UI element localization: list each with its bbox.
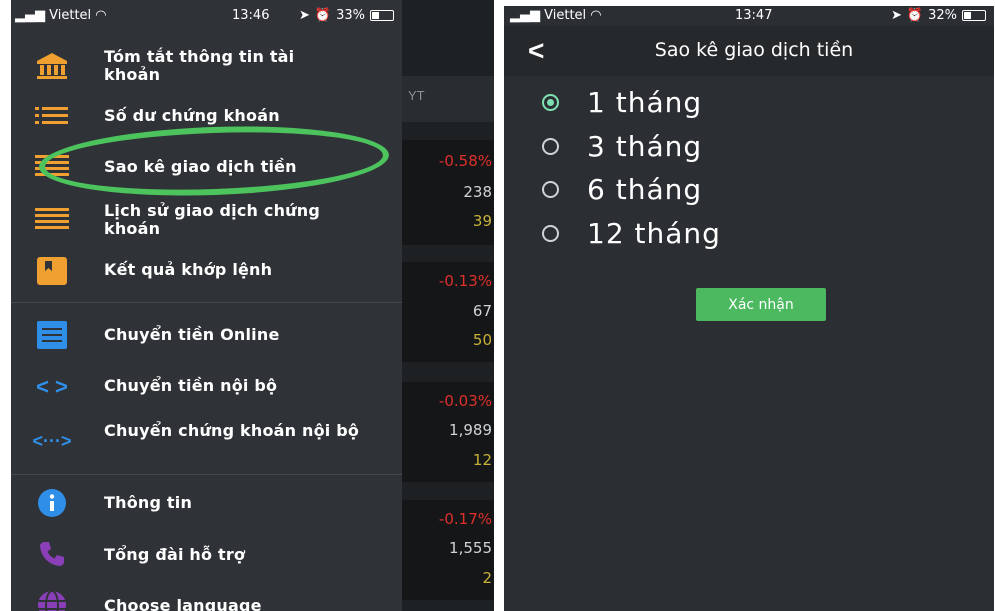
price-value: 238 xyxy=(463,183,492,201)
clock: 13:47 xyxy=(735,8,773,23)
info-icon xyxy=(33,488,71,518)
page-title: Sao kê giao dịch tiền xyxy=(654,39,854,61)
location-icon: ➤ xyxy=(891,8,902,23)
carrier-label: ▂▄▆ Viettel ◠ xyxy=(510,8,602,23)
status-right: ➤ ⏰ 32% xyxy=(891,8,986,23)
code-arrows-icon: < > xyxy=(36,374,68,399)
menu-label: Chuyển chứng khoán nội bộ xyxy=(104,421,360,440)
option-label: 3 tháng xyxy=(587,129,703,163)
price-value: 67 xyxy=(472,302,492,320)
menu-item-securities-balance[interactable]: Số dư chứng khoán xyxy=(11,100,402,132)
battery-icon xyxy=(962,10,986,21)
menu-item-choose-language[interactable]: Choose language xyxy=(11,588,402,611)
battery-icon xyxy=(370,10,394,21)
change-value: -0.13% xyxy=(438,272,492,290)
transfer-arrows-icon: <···> xyxy=(32,430,72,451)
alarm-icon: ⏰ xyxy=(906,8,924,23)
lines-icon xyxy=(33,205,71,235)
volume-value: 50 xyxy=(472,331,492,349)
volume-value: 39 xyxy=(472,212,492,230)
list-icon xyxy=(33,101,71,131)
battery-percent: 32% xyxy=(928,8,957,23)
menu-item-match-results[interactable]: Kết quả khớp lệnh xyxy=(11,254,402,288)
status-right: ➤ ⏰ 33% xyxy=(299,8,394,23)
menu-divider xyxy=(11,302,402,303)
bank-icon xyxy=(33,51,71,81)
receipt-icon xyxy=(33,320,71,350)
volume-value: 12 xyxy=(472,451,492,469)
menu-label: Chuyển tiền Online xyxy=(104,325,280,344)
status-bar: ▂▄▆ Viettel ◠ 13:46 ➤ ⏰ 33% xyxy=(11,0,402,32)
option-12-months[interactable]: 12 tháng xyxy=(542,213,721,253)
status-bar: ▂▄▆ Viettel ◠ 13:47 ➤ ⏰ 32% xyxy=(504,6,994,26)
radio-selected-icon[interactable] xyxy=(542,93,559,111)
confirm-button[interactable]: Xác nhận xyxy=(696,288,826,321)
phone-icon xyxy=(33,539,71,569)
menu-label: Kết quả khớp lệnh xyxy=(104,260,273,279)
carrier-label: ▂▄▆ Viettel ◠ xyxy=(15,8,107,23)
menu-item-internal-transfer[interactable]: < > Chuyển tiền nội bộ xyxy=(11,370,402,404)
menu-label: Số dư chứng khoán xyxy=(104,106,280,125)
menu-item-cash-statement[interactable]: Sao kê giao dịch tiền xyxy=(11,150,402,184)
wifi-icon: ◠ xyxy=(95,8,107,23)
menu-label: Choose language xyxy=(104,596,262,611)
volume-value: 2 xyxy=(482,569,492,587)
market-background: YT -0.58% 238 39 -0.13% 67 50 -0.03% 1,9… xyxy=(402,0,494,611)
menu-label: Chuyển tiền nội bộ xyxy=(104,376,278,395)
side-drawer: ▂▄▆ Viettel ◠ 13:46 ➤ ⏰ 33% Tóm tắt thôn… xyxy=(11,0,402,611)
radio-icon[interactable] xyxy=(542,137,559,155)
option-3-months[interactable]: 3 tháng xyxy=(542,126,702,166)
option-label: 1 tháng xyxy=(587,85,703,119)
stock-row: -0.03% 1,989 12 xyxy=(402,382,494,482)
alarm-icon: ⏰ xyxy=(314,8,332,23)
menu-label: Tổng đài hỗ trợ xyxy=(104,545,246,564)
menu-item-info[interactable]: Thông tin xyxy=(11,486,402,520)
option-6-months[interactable]: 6 tháng xyxy=(542,169,702,209)
column-header: YT xyxy=(402,76,494,122)
price-value: 1,555 xyxy=(449,539,492,557)
lines-icon xyxy=(33,152,71,182)
change-value: -0.03% xyxy=(438,392,492,410)
globe-icon xyxy=(33,590,71,611)
stock-row: -0.13% 67 50 xyxy=(402,262,494,362)
menu-divider xyxy=(11,474,402,475)
left-screen: YT -0.58% 238 39 -0.13% 67 50 -0.03% 1,9… xyxy=(11,0,494,611)
stock-row: -0.17% 1,555 2 xyxy=(402,500,494,600)
change-value: -0.17% xyxy=(438,510,492,528)
menu-label: Thông tin xyxy=(104,493,193,512)
menu-item-account-summary[interactable]: Tóm tắt thông tin tài khoản xyxy=(11,45,402,87)
option-label: 6 tháng xyxy=(587,172,703,206)
battery-percent: 33% xyxy=(336,8,365,23)
menu-item-online-transfer[interactable]: Chuyển tiền Online xyxy=(11,318,402,352)
menu-label: Tóm tắt thông tin tài khoản xyxy=(104,47,295,84)
radio-icon[interactable] xyxy=(542,224,559,242)
menu-item-internal-securities-transfer[interactable]: <···> Chuyển chứng khoán nội bộ xyxy=(11,420,402,462)
radio-icon[interactable] xyxy=(542,180,559,198)
nav-bar: < Sao kê giao dịch tiền xyxy=(504,26,994,76)
menu-item-securities-history[interactable]: Lịch sử giao dịch chứng khoán xyxy=(11,200,402,242)
bookmark-icon xyxy=(33,256,71,286)
menu-item-support-hotline[interactable]: Tổng đài hỗ trợ xyxy=(11,537,402,571)
menu-label: Sao kê giao dịch tiền xyxy=(104,157,297,176)
option-1-month[interactable]: 1 tháng xyxy=(542,82,702,122)
stock-row: -0.58% 238 39 xyxy=(402,140,494,245)
separator xyxy=(494,0,504,611)
option-label: 12 tháng xyxy=(587,216,721,250)
menu-label: Lịch sử giao dịch chứng khoán xyxy=(104,201,320,238)
price-value: 1,989 xyxy=(449,421,492,439)
clock: 13:46 xyxy=(232,8,270,23)
right-screen: ▂▄▆ Viettel ◠ 13:47 ➤ ⏰ 32% < Sao kê gia… xyxy=(504,6,994,611)
change-value: -0.58% xyxy=(438,152,492,170)
location-icon: ➤ xyxy=(299,8,310,23)
wifi-icon: ◠ xyxy=(590,8,602,23)
